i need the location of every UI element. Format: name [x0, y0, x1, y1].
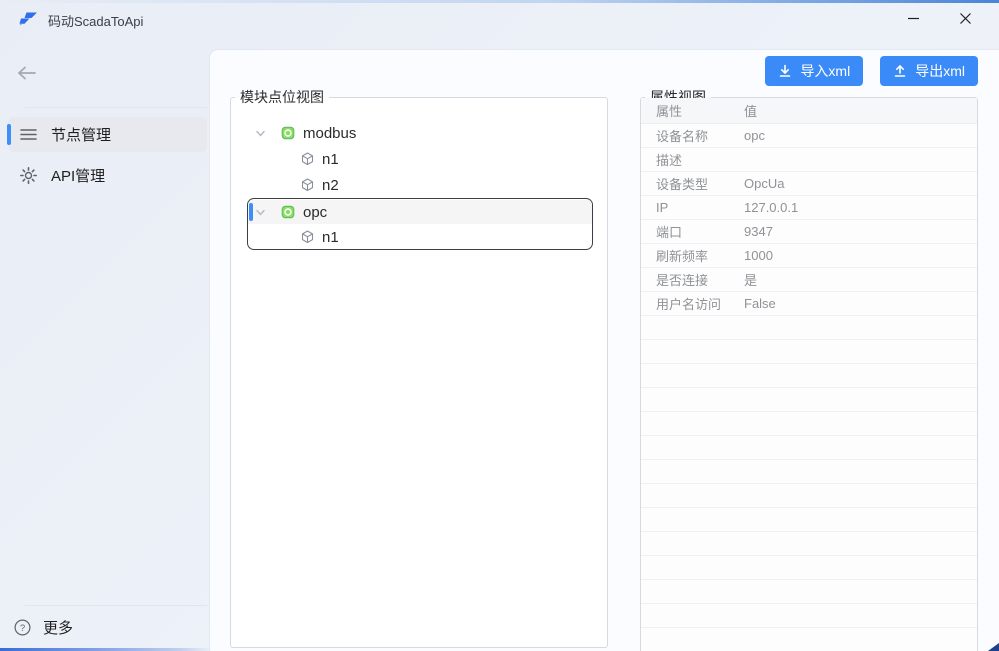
help-icon: ?: [14, 619, 31, 636]
tree-node-label: modbus: [303, 125, 356, 142]
toolbar: 导入xml 导出xml: [765, 56, 978, 86]
property-label: 设备类型: [641, 174, 744, 193]
tree-node-modbus-n1[interactable]: n1: [231, 146, 607, 172]
property-row: 描述: [641, 148, 977, 172]
property-row-empty: [641, 556, 977, 580]
tree-node-modbus-n2[interactable]: n2: [231, 172, 607, 198]
main-content: 导入xml 导出xml 模块点位视图: [210, 50, 999, 651]
property-row: 设备类型OpcUa: [641, 172, 977, 196]
properties-header-row: 属性 值: [641, 98, 977, 124]
tree-node-label: n1: [322, 229, 339, 246]
back-button[interactable]: [17, 62, 43, 84]
property-row: 刷新频率1000: [641, 244, 977, 268]
list-icon: [20, 128, 37, 141]
titlebar: 码动ScadaToApi: [0, 0, 999, 36]
property-row-empty: [641, 484, 977, 508]
cube-icon: [301, 178, 314, 192]
property-row-empty: [641, 364, 977, 388]
property-value[interactable]: OpcUa: [744, 176, 977, 191]
value-column-header: 值: [744, 101, 977, 120]
chevron-down-icon[interactable]: [255, 207, 267, 218]
sidebar-item-more[interactable]: ? 更多: [14, 611, 194, 643]
property-value[interactable]: 是: [744, 270, 977, 289]
tree-node-label: opc: [303, 204, 327, 221]
tree-node-label: n2: [322, 177, 339, 194]
properties-panel: 属性视图 属性 值 设备名称opc描述设备类型OpcUaIP127.0.0.1端…: [640, 97, 978, 651]
property-row-empty: [641, 508, 977, 532]
minimize-button[interactable]: [893, 4, 933, 32]
chevron-down-icon[interactable]: [255, 128, 267, 139]
property-row-empty: [641, 460, 977, 484]
property-row-empty: [641, 436, 977, 460]
device-icon: [281, 126, 295, 140]
property-row-empty: [641, 316, 977, 340]
property-label: 描述: [641, 150, 744, 169]
sidebar-item-label: API管理: [51, 165, 105, 186]
property-label: IP: [641, 200, 744, 215]
svg-text:?: ?: [20, 623, 25, 634]
properties-table: 属性 值 设备名称opc描述设备类型OpcUaIP127.0.0.1端口9347…: [641, 98, 977, 651]
property-row-empty: [641, 532, 977, 556]
property-value[interactable]: 127.0.0.1: [744, 200, 977, 215]
property-row-empty: [641, 340, 977, 364]
tree-node-opc-selected[interactable]: opc: [248, 200, 592, 224]
sidebar-item-label: 节点管理: [51, 124, 111, 145]
device-icon: [281, 205, 295, 219]
property-label: 刷新频率: [641, 246, 744, 265]
sidebar-divider: [25, 605, 207, 606]
property-row-empty: [641, 604, 977, 628]
sidebar-item-node-management[interactable]: 节点管理: [8, 117, 207, 152]
sidebar: 节点管理 API管理 ? 更多: [0, 36, 210, 651]
export-xml-button[interactable]: 导出xml: [880, 56, 978, 86]
sidebar-item-api-management[interactable]: API管理: [8, 158, 207, 193]
property-value[interactable]: False: [744, 296, 977, 311]
app-title: 码动ScadaToApi: [48, 11, 143, 30]
module-tree-panel: 模块点位视图 modbus n1: [230, 97, 608, 648]
property-value[interactable]: 9347: [744, 224, 977, 239]
property-row: IP127.0.0.1: [641, 196, 977, 220]
property-row: 设备名称opc: [641, 124, 977, 148]
resize-grip-icon[interactable]: [988, 643, 999, 651]
sidebar-item-label: 更多: [43, 617, 73, 638]
sidebar-divider: [25, 107, 207, 108]
property-label: 用户名访问: [641, 294, 744, 313]
property-value[interactable]: 1000: [744, 248, 977, 263]
property-row-empty: [641, 412, 977, 436]
download-icon: [778, 64, 792, 78]
property-value[interactable]: opc: [744, 128, 977, 143]
property-label: 端口: [641, 222, 744, 241]
cube-icon: [301, 230, 314, 244]
property-label: 是否连接: [641, 270, 744, 289]
upload-icon: [893, 64, 907, 78]
tree-node-opc-n1[interactable]: n1: [248, 225, 592, 249]
tree-selection-outline: opc n1: [247, 198, 593, 250]
property-row-empty: [641, 580, 977, 604]
cube-icon: [301, 152, 314, 166]
import-xml-button[interactable]: 导入xml: [765, 56, 863, 86]
property-row: 是否连接是: [641, 268, 977, 292]
property-column-header: 属性: [641, 101, 744, 120]
tree-node-label: n1: [322, 151, 339, 168]
property-label: 设备名称: [641, 126, 744, 145]
app-logo-icon: [17, 9, 39, 27]
gear-icon: [20, 167, 37, 184]
export-xml-label: 导出xml: [915, 61, 965, 81]
property-row: 用户名访问False: [641, 292, 977, 316]
property-row-empty: [641, 628, 977, 651]
property-row-empty: [641, 388, 977, 412]
tree-node-modbus[interactable]: modbus: [231, 120, 607, 146]
property-row: 端口9347: [641, 220, 977, 244]
import-xml-label: 导入xml: [800, 61, 850, 81]
tree-panel-title: 模块点位视图: [235, 87, 329, 107]
close-button[interactable]: [945, 4, 985, 32]
